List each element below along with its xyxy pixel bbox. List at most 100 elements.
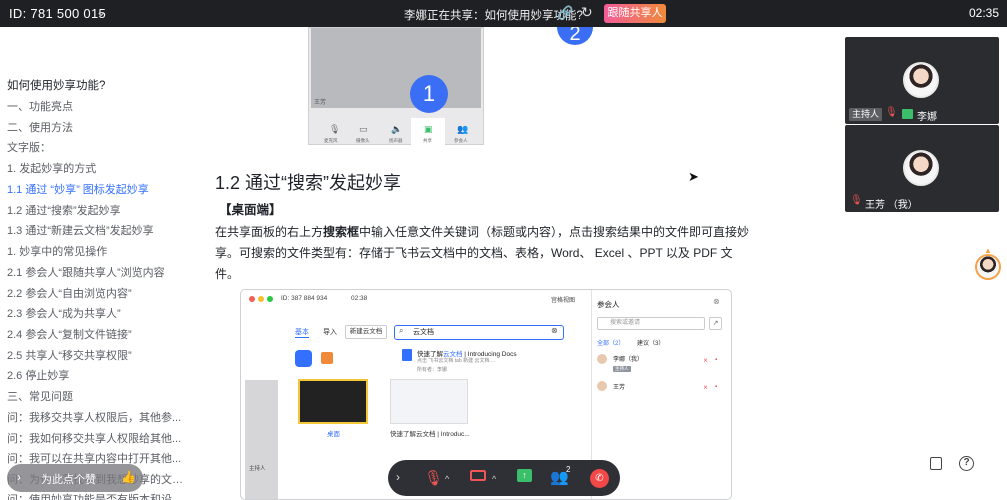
participant-name: 李娜（我）: [613, 357, 644, 363]
outline-item[interactable]: 问：使用妙享功能是否有版本和设...: [7, 491, 185, 500]
embed-new-doc-button: 新建云文档: [345, 325, 387, 339]
mic-off-icon[interactable]: 🎙: [424, 469, 443, 487]
sharing-icon: [902, 109, 913, 119]
section-heading: 1.2 通过“搜索”发起妙享: [215, 173, 402, 193]
control-label: 麦克风: [324, 138, 338, 143]
like-pill-text: 为此点个赞: [41, 474, 96, 486]
outline-item[interactable]: 问：我如何移交共享人权限给其他...: [7, 430, 185, 446]
outline-item[interactable]: 2.6 停止妙享: [7, 367, 185, 383]
outline-item[interactable]: 1.3 通过“新建云文档”发起妙享: [7, 222, 185, 238]
chevron-right-icon[interactable]: ›: [17, 470, 21, 484]
embed-result-desc: 点击 飞书云文档 tab 新建 云文档 ...: [417, 358, 496, 364]
camera-off-icon: ▭: [359, 124, 368, 134]
outline-item[interactable]: 1. 发起妙享的方式: [7, 160, 185, 176]
mic-off-icon: 🎙: [885, 107, 898, 118]
link-icon[interactable]: 🔗: [557, 5, 573, 21]
camera-off-icon[interactable]: [470, 470, 486, 481]
host-tag: 主持人: [849, 108, 883, 121]
meeting-top-bar: ID: 781 500 015 ⌄ 李娜正在共享：如何使用妙享功能? 🔗 ↻ 跟…: [0, 0, 1007, 27]
chevron-right-icon[interactable]: ›: [396, 470, 400, 484]
step-badge-1: 1: [410, 75, 448, 113]
control-label: 共享: [423, 138, 432, 143]
control-label: 扬声器: [389, 138, 403, 143]
like-pill[interactable]: › 为此点个赞 👍: [7, 464, 143, 492]
meeting-toolbar: [388, 460, 620, 496]
avatar: [597, 381, 607, 391]
maximize-dot: [267, 296, 273, 302]
outline-item[interactable]: 1.2 通过“搜索”发起妙享: [7, 202, 185, 218]
outline-item[interactable]: 二、使用方法: [7, 119, 185, 135]
participants-panel-title: 参会人: [597, 300, 620, 309]
close-dot: [249, 296, 255, 302]
host-badge: 主持人: [613, 366, 631, 372]
thumbs-up-icon[interactable]: 👍: [121, 470, 136, 484]
embed-tab-import: 导入: [323, 329, 337, 336]
mic-off-icon: 🎙: [329, 124, 341, 134]
embed-result-owner: 所有者：李娜: [417, 367, 448, 373]
panel-search-input: 搜索或邀请: [597, 317, 705, 330]
speaker-icon: 🔈: [391, 124, 403, 134]
embed-meeting-id: ID: 387 884 934: [281, 295, 328, 302]
embed-tab-basic: 基本: [295, 329, 309, 338]
video-tile-host[interactable]: 主持人 🎙 李娜: [845, 37, 999, 124]
outline-item[interactable]: 2.1 参会人“跟随共享人”浏览内容: [7, 264, 185, 280]
refresh-icon[interactable]: ↻: [581, 4, 593, 21]
follow-sharer-button[interactable]: 跟随共享人: [604, 4, 666, 23]
help-icon[interactable]: ?: [959, 456, 974, 471]
outline-item[interactable]: 文字版：: [7, 139, 185, 155]
minimize-dot: [258, 296, 264, 302]
panel-tab-suggest: 建议（3）: [637, 341, 665, 347]
floating-sharer-avatar[interactable]: [975, 254, 1001, 280]
screen-preview: [311, 28, 481, 108]
panel-tab-all: 全部（2）: [597, 341, 625, 347]
participant-name: 王芳 （我）: [865, 200, 918, 211]
outline-item[interactable]: 如何使用妙享功能?: [7, 77, 185, 93]
doc-file-icon: [402, 349, 412, 361]
app-tile-icon: [321, 352, 333, 364]
outline-item[interactable]: 2.2 参会人“自由浏览内容”: [7, 285, 185, 301]
close-icon: ⊗: [713, 297, 720, 306]
embed-left-video: [245, 380, 278, 499]
outline-item-active[interactable]: 1.1 通过 “妙享” 图标发起妙享: [7, 181, 185, 197]
avatar: [903, 62, 939, 98]
chevron-up-icon[interactable]: ^: [492, 474, 496, 484]
meeting-clock: 02:35: [968, 6, 999, 20]
outline-item[interactable]: 问：我移交共享人权限后，其他参...: [7, 409, 185, 425]
control-label: 摄像头: [356, 138, 370, 143]
participant-name: 李娜: [917, 112, 937, 123]
section-paragraph: 在共享面板的右上方搜索框中输入任意文件关键词（标题或内容），点击搜索结果中的文件…: [215, 222, 755, 285]
outline-item[interactable]: 三、常见问题: [7, 388, 185, 404]
video-tile-self[interactable]: 🎙 王芳 （我）: [845, 125, 999, 212]
share-screen-icon[interactable]: ↑: [517, 469, 532, 482]
doc-thumbnail: [390, 379, 468, 424]
outline-item[interactable]: 2.4 参会人“复制文件链接”: [7, 326, 185, 342]
outline-item[interactable]: 一、功能亮点: [7, 98, 185, 114]
participant-name: 王芳: [613, 385, 626, 391]
paragraph-text: 在共享面板的右上方: [215, 225, 324, 239]
share-icon: ↗: [709, 317, 722, 330]
control-label: 参会人: [454, 138, 468, 143]
section-subheading: 【桌面端】: [219, 203, 282, 217]
mic-off-icon: ⨯: [703, 385, 709, 391]
embed-host-label: 主持人: [249, 466, 266, 472]
document-icon[interactable]: [930, 457, 942, 470]
app-tile-icon: [295, 350, 312, 367]
clear-icon: ⊗: [551, 326, 558, 335]
mic-off-icon: ⨯: [703, 358, 709, 364]
outline-item[interactable]: 2.3 参会人“成为共享人”: [7, 305, 185, 321]
mouse-cursor-icon: ➤: [688, 169, 699, 184]
mic-off-icon: 🎙: [850, 195, 863, 206]
desktop-caption: 桌面: [327, 431, 340, 438]
camera-off-icon: ▪: [715, 384, 718, 390]
paragraph-bold-text: 搜索框: [323, 225, 360, 239]
outline-item[interactable]: 2.5 共享人“移交共享权限”: [7, 347, 185, 363]
doc-screenshot-controls: 🎙 ▭ 🔈 ▣ 👥 麦克风 摄像头 扬声器 共享 参会人: [308, 27, 484, 145]
end-call-icon[interactable]: ✆: [590, 469, 609, 488]
participants-icon: 👥: [457, 124, 469, 134]
chevron-down-icon[interactable]: ⌄: [96, 5, 106, 19]
participant-count: 2: [566, 465, 571, 474]
outline-item[interactable]: 1. 妙享中的常见操作: [7, 243, 185, 259]
embed-time: 02:38: [351, 295, 368, 302]
chevron-up-icon[interactable]: ^: [445, 474, 449, 484]
meeting-id[interactable]: ID: 781 500 015: [9, 6, 106, 21]
